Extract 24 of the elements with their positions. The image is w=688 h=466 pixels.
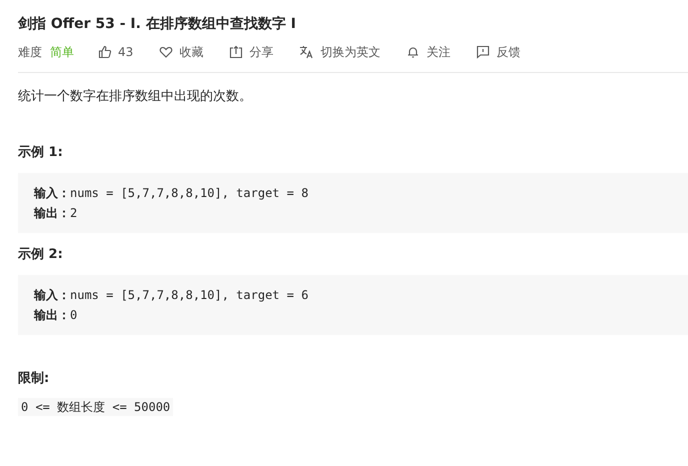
example-line: 输入：nums = [5,7,7,8,8,10], target = 8 <box>34 185 310 202</box>
share-icon <box>229 45 244 59</box>
example-heading: 示例 1: <box>18 144 64 161</box>
like-button[interactable]: 43 <box>98 45 134 59</box>
favorite-button[interactable]: 收藏 <box>159 44 204 60</box>
thumbs-up-icon <box>98 45 112 59</box>
problem-title: 剑指 Offer 53 - I. 在排序数组中查找数字 I <box>18 14 297 34</box>
feedback-icon <box>476 45 490 59</box>
problem-description: 统计一个数字在排序数组中出现的次数。 <box>18 88 253 105</box>
constraints-heading: 限制: <box>18 370 50 387</box>
example-line: 输入：nums = [5,7,7,8,8,10], target = 6 <box>34 287 310 304</box>
difficulty-label: 难度 <box>18 44 42 60</box>
translate-icon <box>299 45 314 59</box>
feedback-button[interactable]: 反馈 <box>476 44 520 60</box>
translate-button[interactable]: 切换为英文 <box>299 44 380 60</box>
example-line: 输出：0 <box>34 307 78 324</box>
difficulty-value: 简单 <box>50 44 74 60</box>
example-line: 输出：2 <box>34 205 78 222</box>
follow-button[interactable]: 关注 <box>406 44 450 60</box>
example-heading: 示例 2: <box>18 246 64 263</box>
heart-icon <box>159 45 174 59</box>
bell-icon <box>406 45 420 59</box>
share-button[interactable]: 分享 <box>229 44 274 60</box>
constraint-code: 0 <= 数组长度 <= 50000 <box>18 398 174 416</box>
